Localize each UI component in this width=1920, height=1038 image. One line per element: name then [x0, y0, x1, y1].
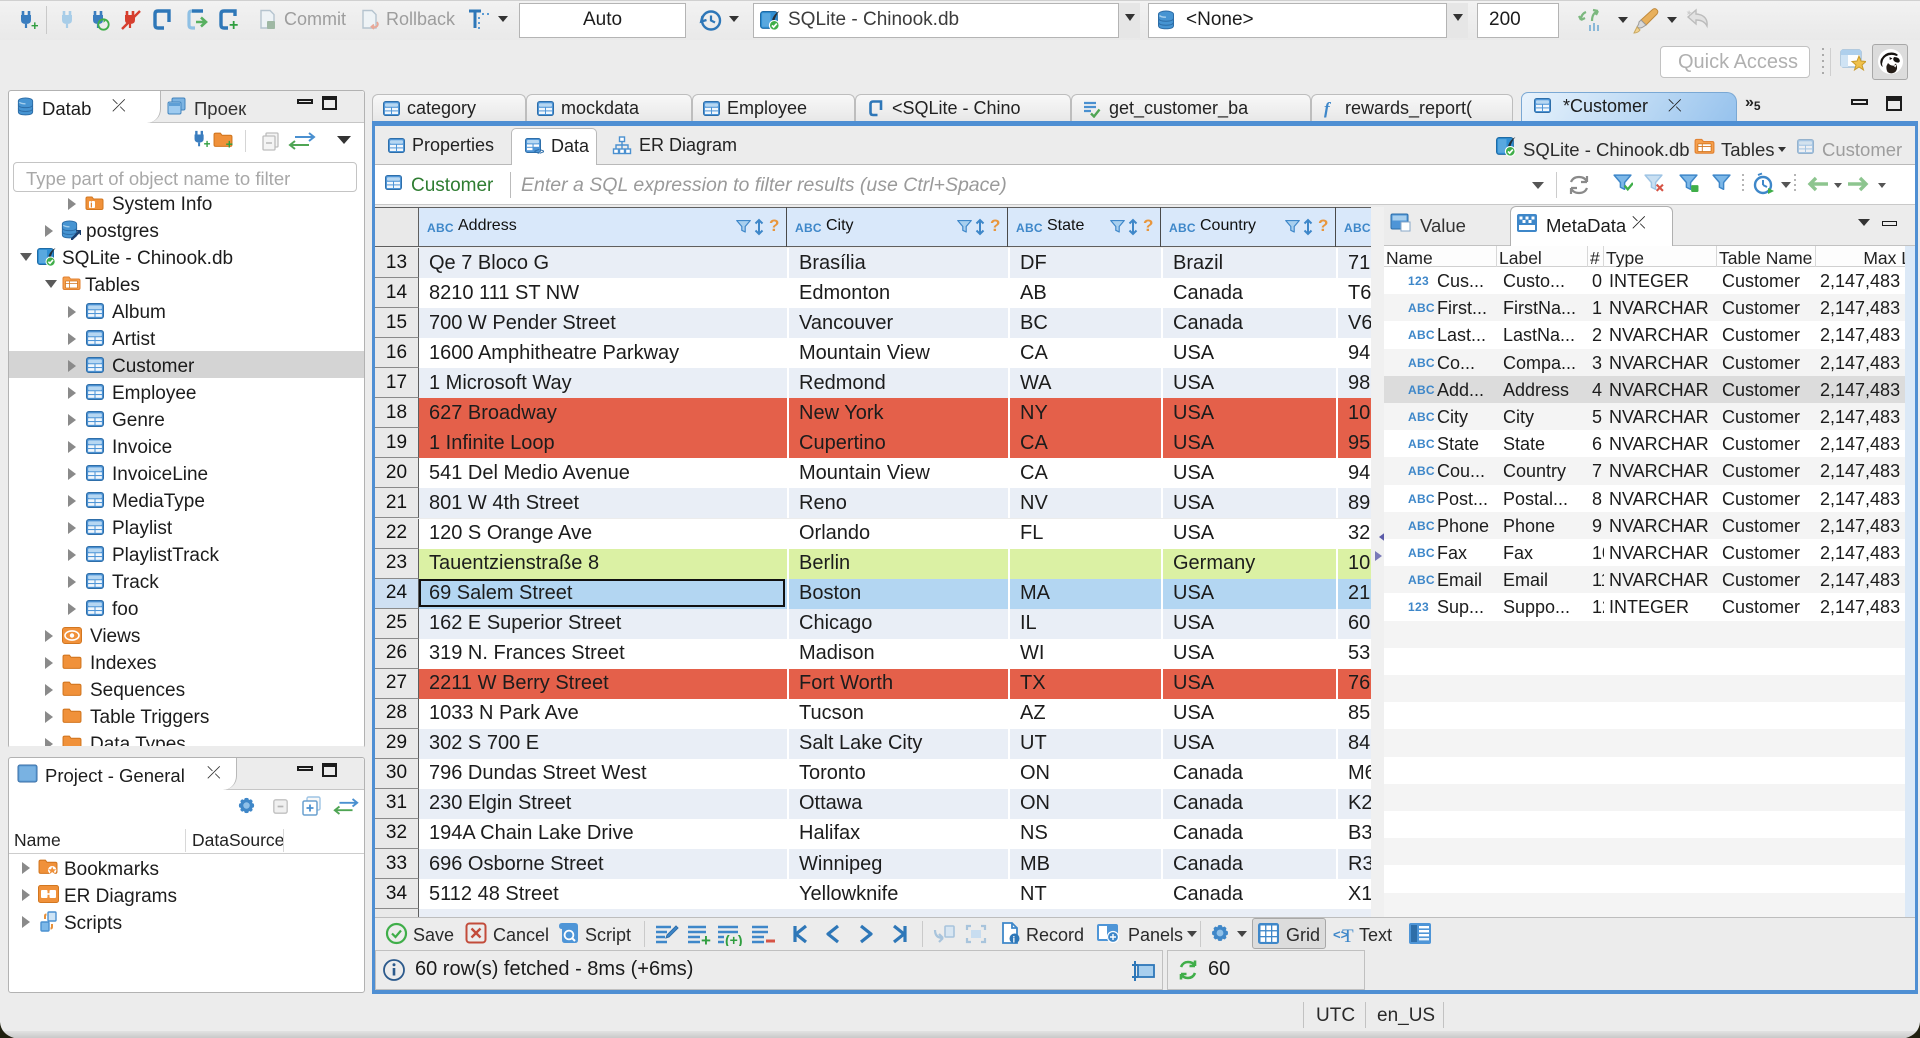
svg-text:i: i	[90, 201, 92, 210]
svg-text:+: +	[226, 137, 233, 148]
svg-text:f: f	[1324, 99, 1332, 118]
svg-text:+: +	[229, 17, 238, 32]
svg-text:T: T	[1342, 926, 1354, 945]
svg-text:i: i	[1013, 935, 1016, 945]
svg-text:+: +	[701, 931, 711, 946]
svg-text:<>: <>	[534, 146, 544, 155]
svg-text:+: +	[204, 137, 210, 149]
svg-text:(+): (+)	[725, 932, 743, 946]
svg-text:+: +	[31, 18, 38, 31]
